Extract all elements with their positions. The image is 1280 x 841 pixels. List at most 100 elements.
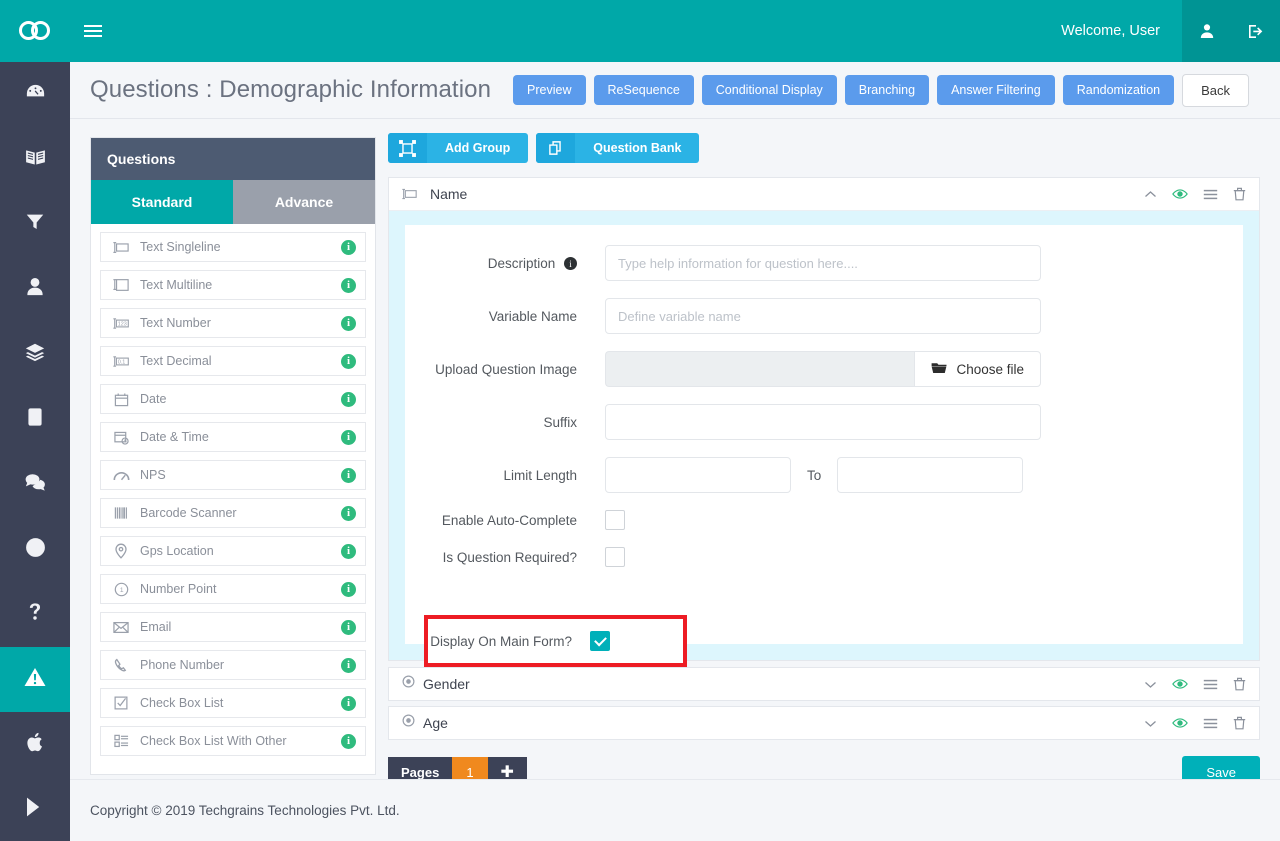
info-icon[interactable]: i xyxy=(341,619,356,635)
qtype-date[interactable]: Date i xyxy=(100,384,366,414)
group-icon xyxy=(388,133,427,163)
menu-toggle-hamburger-icon[interactable] xyxy=(70,0,116,62)
info-icon[interactable]: i xyxy=(341,239,356,255)
info-icon[interactable]: i xyxy=(341,353,356,369)
logout-icon[interactable] xyxy=(1231,0,1280,62)
question-card-body: Description i Variable Name Upload Quest… xyxy=(389,211,1259,660)
chevron-up-icon[interactable] xyxy=(1144,190,1157,199)
back-button[interactable]: Back xyxy=(1182,73,1250,107)
chevron-down-icon[interactable] xyxy=(1144,719,1157,728)
calendar-clock-icon xyxy=(110,430,132,445)
eye-icon[interactable] xyxy=(1172,188,1188,200)
to-label: To xyxy=(807,467,822,483)
question-row-age[interactable]: Age xyxy=(388,706,1260,740)
rail-item-user[interactable] xyxy=(0,257,70,322)
qtype-date-time[interactable]: Date & Time i xyxy=(100,422,366,452)
rail-item-alerts[interactable] xyxy=(0,647,70,712)
limit-length-from-input[interactable] xyxy=(605,457,791,493)
limit-length-label: Limit Length xyxy=(503,467,577,483)
rail-item-ios-app[interactable] xyxy=(0,712,70,777)
conditional-display-button[interactable]: Conditional Display xyxy=(701,74,837,106)
question-required-checkbox[interactable] xyxy=(605,547,625,567)
field-row-upload-image: Upload Question Image Choose file xyxy=(405,351,1243,387)
rail-item-layers[interactable] xyxy=(0,322,70,387)
lifebuoy-icon xyxy=(24,536,47,564)
trash-icon[interactable] xyxy=(1233,187,1246,201)
qtype-gps-location[interactable]: Gps Location i xyxy=(100,536,366,566)
question-row-gender[interactable]: Gender xyxy=(388,667,1260,701)
preview-button[interactable]: Preview xyxy=(513,74,586,106)
qtype-phone-number[interactable]: Phone Number i xyxy=(100,650,366,680)
add-group-button[interactable]: Add Group xyxy=(388,133,529,163)
qtype-label: Barcode Scanner xyxy=(140,506,237,520)
info-icon[interactable]: i xyxy=(341,543,356,559)
branching-button[interactable]: Branching xyxy=(844,74,930,106)
qtype-nps[interactable]: NPS i xyxy=(100,460,366,490)
info-icon[interactable]: i xyxy=(341,315,356,331)
hamburger-icon[interactable] xyxy=(1203,679,1218,690)
info-icon[interactable]: i xyxy=(341,695,356,711)
display-on-main-form-checkbox[interactable] xyxy=(590,631,610,651)
rail-item-book[interactable] xyxy=(0,127,70,192)
trash-icon[interactable] xyxy=(1233,716,1246,730)
qtype-text-singleline[interactable]: Text Singleline i xyxy=(100,232,366,262)
suffix-input[interactable] xyxy=(605,404,1041,440)
file-path-display xyxy=(605,351,915,387)
radio-icon xyxy=(402,675,415,693)
field-row-question-required: Is Question Required? xyxy=(405,547,1243,567)
question-row-actions xyxy=(1144,716,1246,730)
rail-item-dashboard[interactable] xyxy=(0,62,70,127)
info-icon[interactable]: i xyxy=(341,467,356,483)
description-input[interactable] xyxy=(605,245,1041,281)
tab-standard[interactable]: Standard xyxy=(91,180,233,224)
info-icon[interactable]: i xyxy=(341,657,356,673)
variable-name-input[interactable] xyxy=(605,298,1041,334)
qtype-check-box-list[interactable]: Check Box List i xyxy=(100,688,366,718)
go-logo[interactable] xyxy=(0,0,70,62)
add-group-label: Add Group xyxy=(445,141,511,155)
rail-item-tablet[interactable] xyxy=(0,387,70,452)
eye-icon[interactable] xyxy=(1172,678,1188,690)
qtype-text-decimal[interactable]: 0.1 Text Decimal i xyxy=(100,346,366,376)
qtype-text-multiline[interactable]: Text Multiline i xyxy=(100,270,366,300)
question-card-header[interactable]: Name xyxy=(389,178,1259,211)
info-icon[interactable]: i xyxy=(341,505,356,521)
info-icon[interactable]: i xyxy=(341,277,356,293)
user-icon[interactable] xyxy=(1182,0,1231,62)
chevron-down-icon[interactable] xyxy=(1144,680,1157,689)
text-multiline-icon xyxy=(110,278,132,292)
rail-item-android-app[interactable] xyxy=(0,777,70,841)
qtype-text-number[interactable]: 123 Text Number i xyxy=(100,308,366,338)
qtype-label: Text Singleline xyxy=(140,240,221,254)
qtype-barcode-scanner[interactable]: Barcode Scanner i xyxy=(100,498,366,528)
rail-item-chat[interactable] xyxy=(0,452,70,517)
eye-icon[interactable] xyxy=(1172,717,1188,729)
folder-icon xyxy=(931,361,947,377)
info-icon[interactable]: i xyxy=(341,733,356,749)
question-bank-button[interactable]: Question Bank xyxy=(536,133,700,163)
rail-item-help[interactable] xyxy=(0,582,70,647)
info-icon[interactable]: i xyxy=(341,429,356,445)
qtype-email[interactable]: Email i xyxy=(100,612,366,642)
qtype-label: Email xyxy=(140,620,172,634)
answer-filtering-button[interactable]: Answer Filtering xyxy=(937,74,1055,106)
resequence-button[interactable]: ReSequence xyxy=(593,74,694,106)
qtype-number-point[interactable]: 1 Number Point i xyxy=(100,574,366,604)
qtype-check-box-list-with-other[interactable]: Check Box List With Other i xyxy=(100,726,366,756)
limit-length-to-input[interactable] xyxy=(837,457,1024,493)
rail-item-support[interactable] xyxy=(0,517,70,582)
hamburger-icon[interactable] xyxy=(1203,189,1218,200)
hamburger-icon[interactable] xyxy=(1203,718,1218,729)
question-card-actions xyxy=(1144,187,1246,201)
choose-file-button[interactable]: Choose file xyxy=(914,351,1041,387)
question-bank-label: Question Bank xyxy=(593,141,682,155)
info-icon[interactable]: i xyxy=(341,391,356,407)
tab-advance[interactable]: Advance xyxy=(233,180,375,224)
rail-item-filter[interactable] xyxy=(0,192,70,257)
trash-icon[interactable] xyxy=(1233,677,1246,691)
info-icon[interactable]: i xyxy=(341,581,356,597)
info-icon[interactable]: i xyxy=(564,257,577,271)
randomization-button[interactable]: Randomization xyxy=(1062,74,1175,106)
svg-text:1: 1 xyxy=(119,586,123,593)
auto-complete-checkbox[interactable] xyxy=(605,510,625,530)
